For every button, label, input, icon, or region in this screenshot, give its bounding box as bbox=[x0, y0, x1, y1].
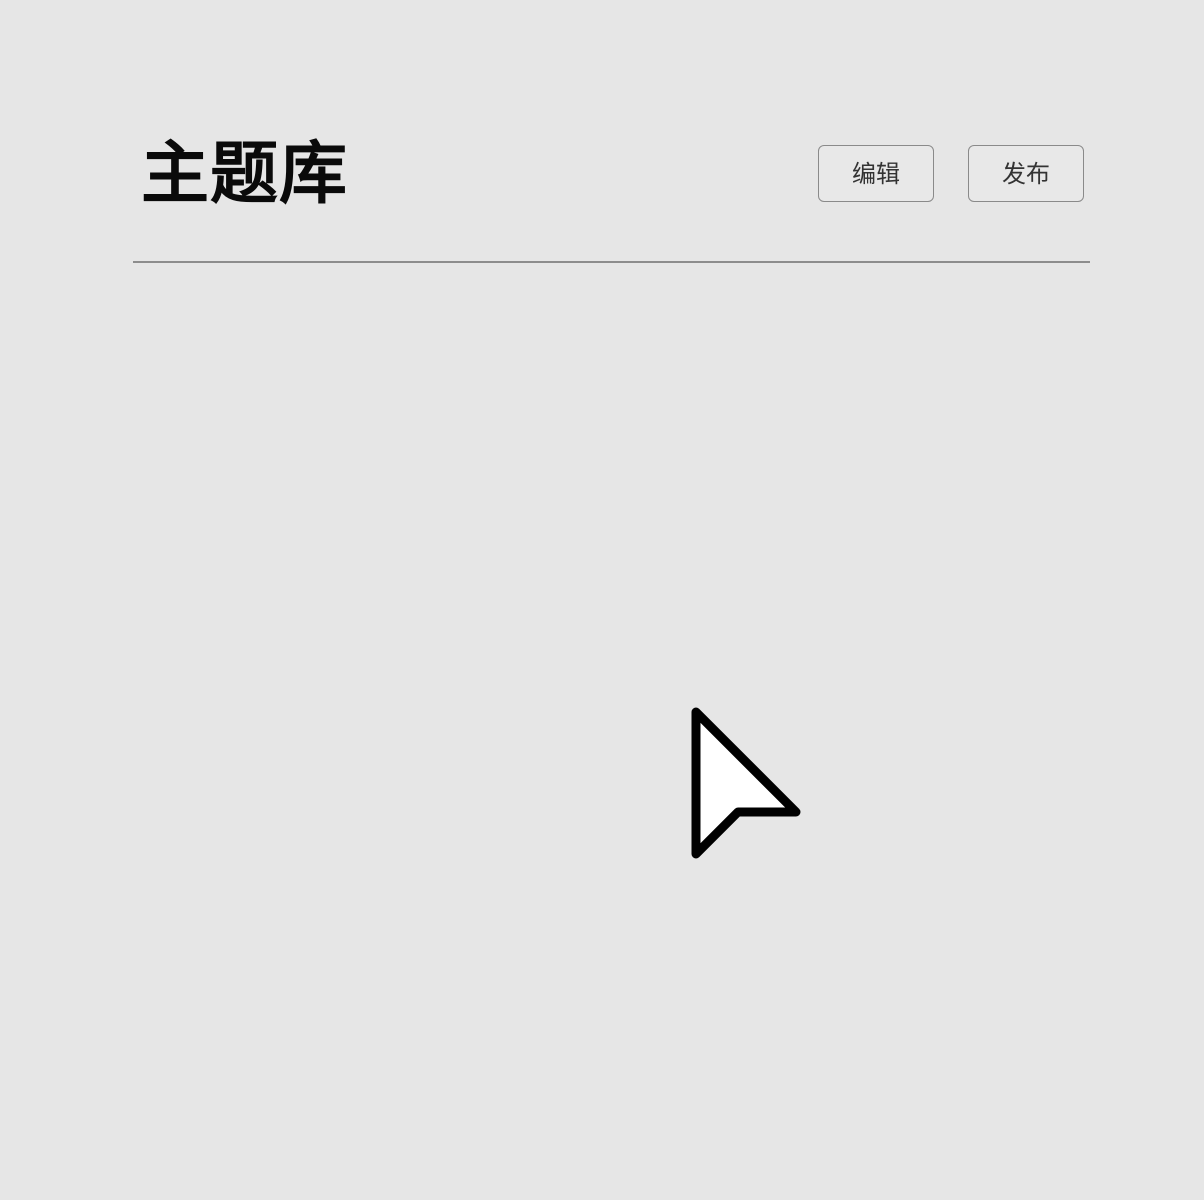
arrow-cursor-icon bbox=[691, 707, 801, 859]
page-title: 主题库 bbox=[141, 135, 349, 214]
edit-button[interactable]: 编辑 bbox=[818, 145, 934, 202]
empty-content-area bbox=[133, 264, 1090, 1134]
header-actions: 编辑 发布 bbox=[818, 145, 1084, 202]
publish-button[interactable]: 发布 bbox=[968, 145, 1084, 202]
app-window: 主题库 编辑 发布 bbox=[0, 0, 1204, 1200]
header-divider bbox=[133, 261, 1090, 263]
page-header: 主题库 编辑 发布 bbox=[133, 130, 1090, 264]
